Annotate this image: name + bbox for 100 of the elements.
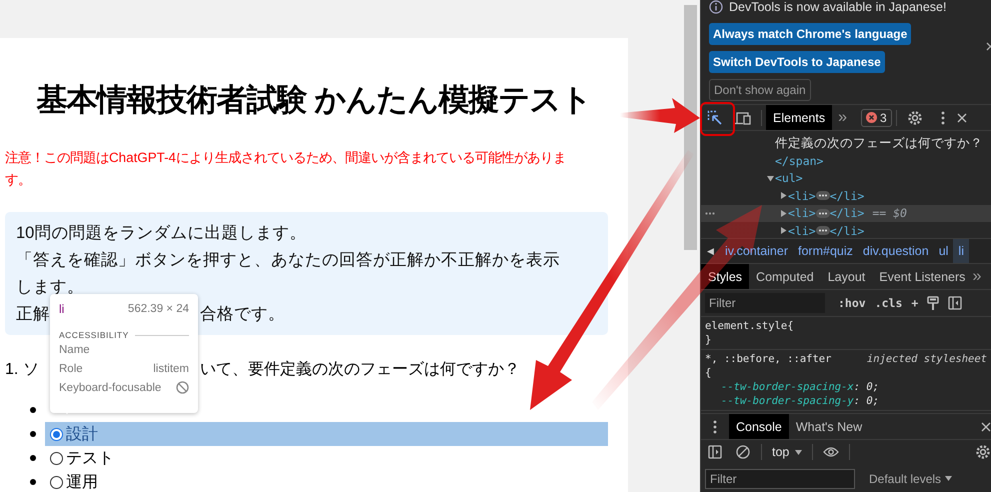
more-options-icon[interactable] xyxy=(940,110,945,124)
info-text: 10問の問題をランダムに出題します。 xyxy=(16,223,308,244)
dom-text: 件定義の次のフェーズは何ですか？ xyxy=(775,135,983,152)
css-selector: *, ::before, ::after xyxy=(705,353,832,365)
property-value: listitem xyxy=(153,362,189,374)
radio-button[interactable] xyxy=(50,428,63,440)
breadcrumb[interactable]: iv.container xyxy=(720,239,793,263)
closing-tag[interactable]: </li> xyxy=(830,188,864,203)
opening-tag[interactable]: <li> xyxy=(788,206,816,220)
scroll-left-button[interactable]: ◀ xyxy=(701,246,720,256)
settings-icon[interactable] xyxy=(975,444,991,460)
device-icon[interactable] xyxy=(734,110,752,124)
caret-icon xyxy=(795,450,802,454)
more-options-icon[interactable] xyxy=(713,420,717,434)
error-counter[interactable]: 3 xyxy=(861,108,892,126)
more-tabs-button[interactable]: » xyxy=(972,268,982,286)
sidebar-tab[interactable]: Computed xyxy=(749,264,821,289)
caret-icon xyxy=(945,476,952,481)
more-tabs-button[interactable]: » xyxy=(838,108,848,126)
element-tag: li xyxy=(59,302,64,316)
info-message: DevTools is now available in Japanese! xyxy=(729,0,946,14)
ellipsis-icon[interactable] xyxy=(816,191,830,200)
collapse-triangle-icon[interactable] xyxy=(766,174,774,182)
opening-tag[interactable]: <ul> xyxy=(775,171,803,186)
closing-tag: </span> xyxy=(775,154,824,168)
dismiss-button[interactable]: Don't show again xyxy=(709,79,811,101)
info-icon xyxy=(709,0,723,14)
scrollbar-thumb[interactable] xyxy=(684,5,697,250)
close-icon[interactable] xyxy=(981,422,991,432)
bullet-icon xyxy=(30,455,36,461)
settings-icon[interactable] xyxy=(906,110,923,126)
option-row[interactable]: 運用 xyxy=(45,470,608,492)
selected-node-row[interactable]: <li> </li> == $0 xyxy=(701,204,991,222)
bullet-icon xyxy=(30,479,36,485)
ellipsis-icon[interactable] xyxy=(816,226,830,236)
eye-icon[interactable] xyxy=(823,447,840,457)
property-label: Role xyxy=(59,362,83,374)
inspect-icon[interactable] xyxy=(707,110,723,126)
paint-icon[interactable] xyxy=(927,296,940,310)
toolbar-button[interactable]: + xyxy=(911,296,918,310)
close-icon[interactable] xyxy=(956,112,967,122)
language-button[interactable]: Switch DevTools to Japanese xyxy=(709,51,885,73)
context-label: top xyxy=(772,445,790,459)
opening-tag[interactable]: <li> xyxy=(788,188,816,203)
breadcrumb[interactable]: ul xyxy=(934,239,954,263)
closing-tag[interactable]: </li> xyxy=(830,206,864,220)
page-title: 基本情報技術者試験 かんたん模擬テスト xyxy=(36,81,592,119)
panel-tab[interactable]: Elements xyxy=(766,105,832,130)
warning-notice: 注意！この問題はChatGPT-4により生成されているため、間違いが含まれている可能性があります。 xyxy=(5,149,567,189)
sidebar-toggle-icon[interactable] xyxy=(948,296,962,310)
drawer-tab[interactable]: What's New xyxy=(788,414,870,439)
highlight-frame xyxy=(700,102,735,136)
css-value: : 0; xyxy=(854,395,880,407)
context-dropdown[interactable]: top xyxy=(766,445,808,459)
section-heading: ACCESSIBILITY xyxy=(59,330,129,340)
clear-console-icon[interactable] xyxy=(736,445,750,459)
row-menu-icon[interactable] xyxy=(705,212,715,215)
radio-button[interactable] xyxy=(50,452,63,464)
drawer-tab[interactable]: Console xyxy=(729,414,789,439)
breadcrumb[interactable]: li xyxy=(953,239,969,263)
css-brace: } xyxy=(705,334,712,346)
filter-field[interactable]: Filter xyxy=(705,293,825,313)
expand-triangle-icon[interactable] xyxy=(780,192,786,200)
option-row[interactable]: テスト xyxy=(45,446,608,470)
breadcrumb[interactable]: div.question xyxy=(858,239,934,263)
sidebar-toggle-icon[interactable] xyxy=(708,445,722,459)
filter-field[interactable]: Filter xyxy=(705,468,855,488)
property-label: Keyboard-focusable xyxy=(59,382,162,394)
expand-triangle-icon[interactable] xyxy=(780,227,786,234)
sidebar-tab[interactable]: Event Listeners xyxy=(872,264,972,289)
stylesheet-source: injected stylesheet xyxy=(866,353,987,365)
css-selector: element.style xyxy=(705,320,788,332)
css-property: --tw-border-spacing-y xyxy=(721,395,854,407)
sidebar-tab[interactable]: Layout xyxy=(820,264,872,289)
opening-tag[interactable]: <li> xyxy=(788,224,816,238)
css-brace: { xyxy=(787,320,794,332)
ellipsis-icon[interactable] xyxy=(816,208,830,218)
expand-triangle-icon[interactable] xyxy=(780,210,786,217)
breadcrumb[interactable]: form#quiz xyxy=(793,239,858,263)
info-text: 正解 xyxy=(16,304,50,325)
highlighted-option[interactable]: 設計 xyxy=(45,422,608,446)
css-property: --tw-border-spacing-x xyxy=(721,381,854,393)
info-text: 「答えを確認」ボタンを押すと、あなたの回答が正解か不正解かを表示します。 xyxy=(16,250,561,298)
node-row[interactable]: <li> </li> xyxy=(701,222,991,240)
bullet-icon xyxy=(30,431,36,437)
error-count: 3 xyxy=(880,110,887,124)
node-row[interactable]: <li> </li> xyxy=(701,187,991,205)
not-allowed-icon xyxy=(176,381,189,394)
css-brace: { xyxy=(705,367,712,379)
language-button[interactable]: Always match Chrome's language xyxy=(709,23,912,45)
sidebar-tab[interactable]: Styles xyxy=(701,264,750,289)
info-text: 合格です。 xyxy=(200,304,285,325)
question-text: 1. ソ xyxy=(5,360,39,380)
element-size: 562.39 × 24 xyxy=(128,303,189,315)
toolbar-button[interactable]: .cls xyxy=(874,296,902,310)
toolbar-button[interactable]: :hov xyxy=(838,296,866,310)
css-value: : 0; xyxy=(854,381,880,393)
closing-tag[interactable]: </li> xyxy=(830,224,864,238)
selected-marker: == $0 xyxy=(872,206,907,220)
radio-button[interactable] xyxy=(50,476,63,488)
